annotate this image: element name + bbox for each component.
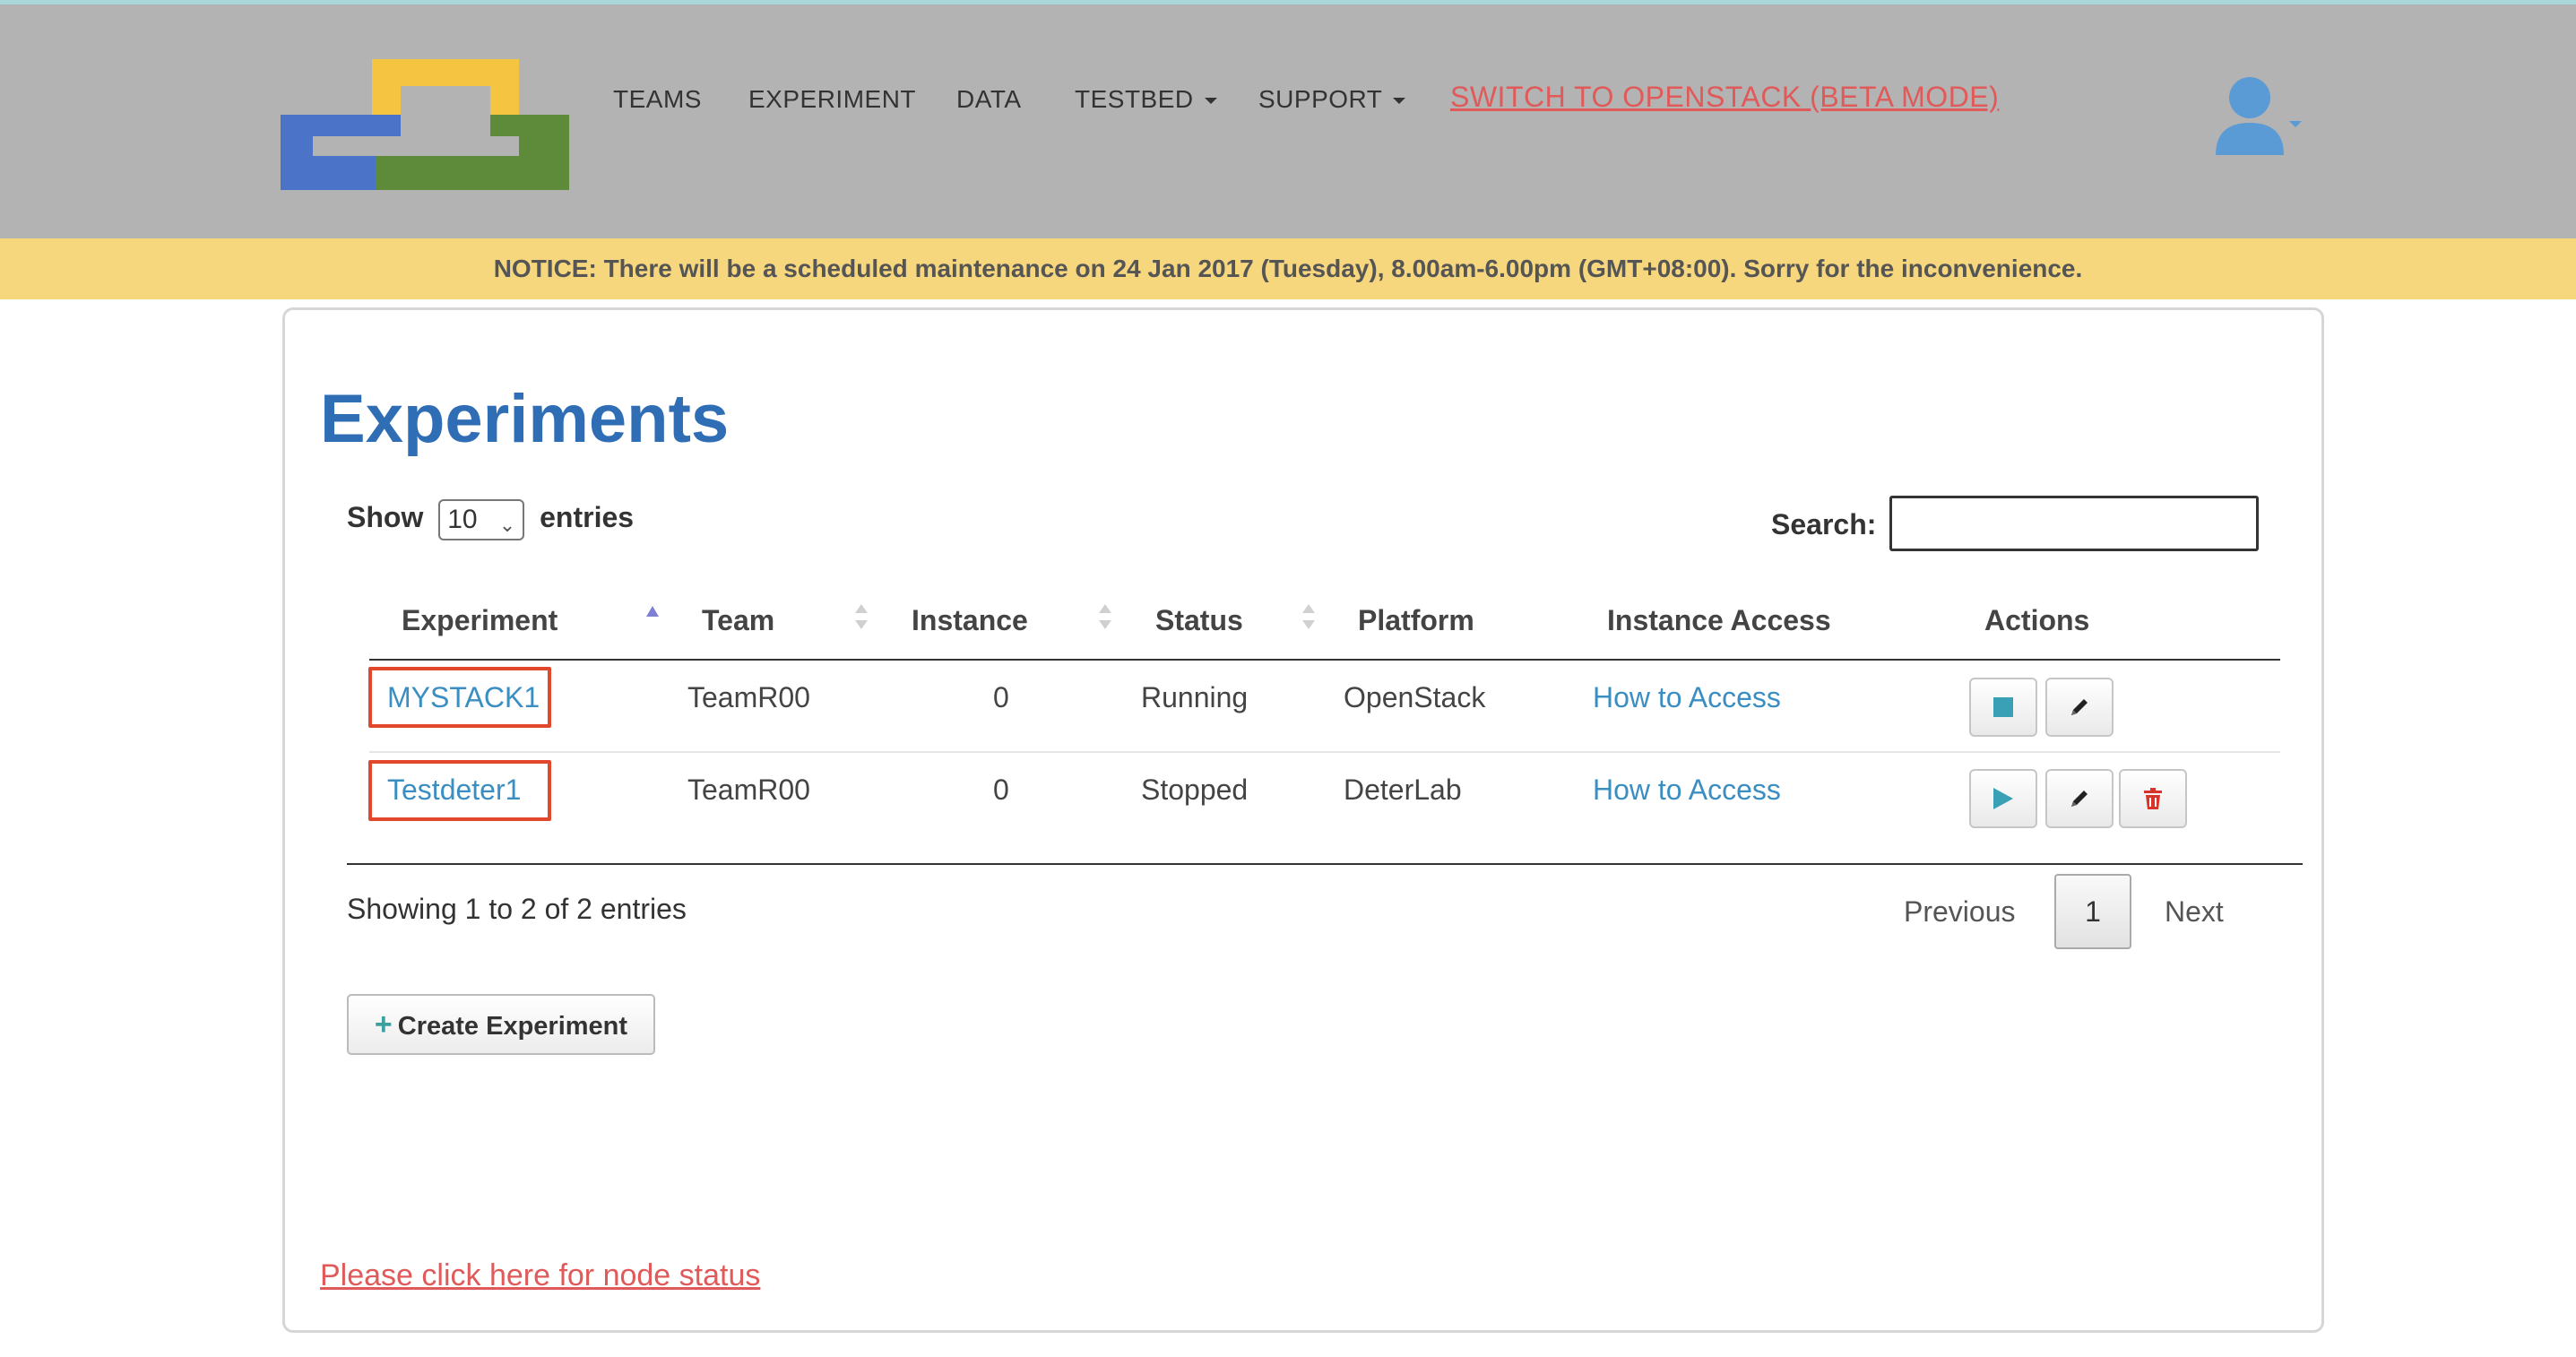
pagination-next[interactable]: Next (2165, 890, 2224, 933)
entries-select[interactable]: 10 ⌄ (438, 498, 525, 540)
row-instance: 0 (993, 681, 1009, 713)
trash-icon (2144, 788, 2162, 809)
show-label: Show (347, 501, 424, 533)
nav-teams[interactable]: TEAMS (613, 82, 702, 117)
col-header-team[interactable]: Team (702, 599, 774, 642)
experiment-link-mystack1[interactable]: MYSTACK1 (387, 676, 540, 719)
table-footer-divider (347, 863, 2303, 865)
nav-testbed-dropdown[interactable]: TESTBED (1075, 82, 1217, 117)
stop-experiment-button[interactable] (1969, 678, 2037, 737)
row-platform: OpenStack (1344, 681, 1486, 713)
row-divider (369, 751, 2280, 753)
start-experiment-button[interactable] (1969, 769, 2037, 828)
col-header-instance[interactable]: Instance (912, 599, 1028, 642)
col-header-experiment[interactable]: Experiment (402, 599, 558, 642)
user-avatar-icon (2216, 77, 2284, 155)
switch-openstack-link[interactable]: SWITCH TO OPENSTACK (BETA MODE) (1450, 79, 1999, 115)
pagination-page-1[interactable]: 1 (2054, 874, 2131, 949)
row-team: TeamR00 (687, 774, 810, 806)
nav-experiment[interactable]: EXPERIMENT (748, 82, 916, 117)
how-to-access-link[interactable]: How to Access (1593, 676, 1781, 719)
nav-support-dropdown[interactable]: SUPPORT (1258, 82, 1406, 117)
chevron-down-icon: ⌄ (498, 513, 516, 536)
pencil-icon (2071, 699, 2088, 715)
caret-down-icon (1204, 98, 1217, 105)
play-icon (1993, 788, 2013, 809)
showing-entries-info: Showing 1 to 2 of 2 entries (347, 893, 687, 925)
delete-experiment-button[interactable] (2119, 769, 2187, 828)
row-instance: 0 (993, 774, 1009, 806)
row-status: Running (1141, 681, 1249, 713)
pagination-previous[interactable]: Previous (1904, 890, 2016, 933)
maintenance-notice: NOTICE: There will be a scheduled mainte… (0, 238, 2576, 299)
search-label: Search: (1771, 508, 1877, 540)
sort-ascending-icon (646, 606, 659, 617)
stop-icon (1993, 697, 2013, 717)
col-header-platform: Platform (1358, 604, 1474, 636)
site-logo[interactable] (281, 59, 569, 190)
col-header-status[interactable]: Status (1155, 599, 1243, 642)
create-experiment-label: Create Experiment (397, 1012, 628, 1041)
search-input[interactable] (1889, 496, 2259, 551)
entries-select-value: 10 (447, 504, 478, 534)
create-experiment-button[interactable]: + Create Experiment (347, 994, 655, 1055)
col-header-instance-access: Instance Access (1607, 604, 1831, 636)
edit-experiment-button[interactable] (2045, 678, 2114, 737)
pencil-icon (2071, 791, 2088, 807)
entries-label: entries (540, 501, 635, 533)
sort-both-icon (855, 604, 868, 636)
nav-testbed-label: TESTBED (1075, 85, 1194, 113)
top-navbar: TEAMS EXPERIMENT DATA TESTBED SUPPORT SW… (0, 4, 2576, 238)
table-header-divider (369, 659, 2280, 661)
how-to-access-link[interactable]: How to Access (1593, 768, 1781, 811)
caret-down-icon (2289, 121, 2302, 127)
edit-experiment-button[interactable] (2045, 769, 2114, 828)
page-title: Experiments (320, 381, 730, 457)
sort-both-icon (1099, 604, 1111, 636)
caret-down-icon (1393, 98, 1406, 105)
experiment-link-testdeter1[interactable]: Testdeter1 (387, 768, 521, 811)
sort-both-icon (1302, 604, 1315, 636)
nav-support-label: SUPPORT (1258, 85, 1383, 113)
node-status-link[interactable]: Please click here for node status (320, 1253, 760, 1298)
row-team: TeamR00 (687, 681, 810, 713)
row-status: Stopped (1141, 774, 1249, 806)
nav-data[interactable]: DATA (956, 82, 1022, 117)
show-entries-control: Show 10 ⌄ entries (347, 496, 634, 540)
row-platform: DeterLab (1344, 774, 1462, 806)
user-menu-button[interactable] (2210, 74, 2311, 155)
col-header-actions: Actions (1984, 604, 2090, 636)
plus-icon: + (374, 1007, 393, 1042)
